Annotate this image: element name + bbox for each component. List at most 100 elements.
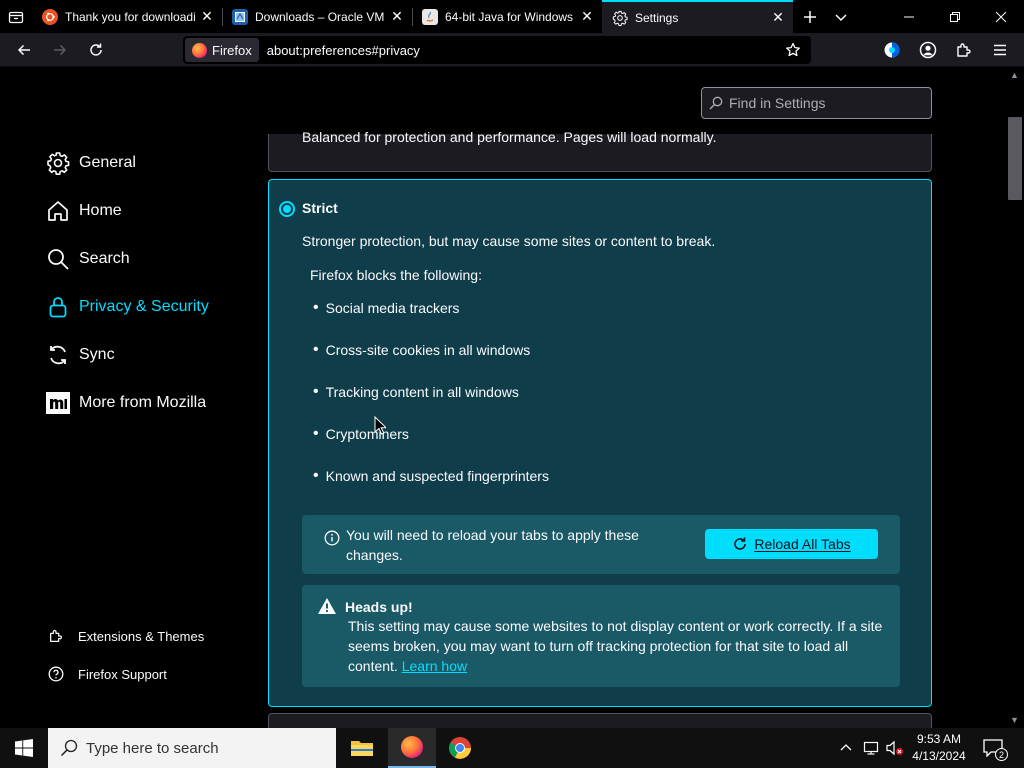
notification-center-button[interactable]: 2	[978, 728, 1008, 768]
search-icon	[60, 739, 78, 757]
find-in-settings-input[interactable]: Find in Settings	[701, 87, 932, 119]
warning-text: This setting may cause some websites to …	[348, 616, 888, 676]
blocked-item: Known and suspected fingerprinters	[313, 467, 549, 485]
tab-java[interactable]: 64-bit Java for Windows ✕	[412, 0, 602, 33]
url-bar[interactable]: Firefox about:preferences#privacy	[183, 36, 811, 64]
reload-message: You will need to reload your tabs to app…	[346, 527, 639, 563]
network-button[interactable]	[860, 728, 882, 768]
category-home[interactable]: Home	[45, 198, 122, 224]
strict-description: Stronger protection, but may cause some …	[302, 233, 716, 249]
balanced-option-card[interactable]: Balanced for protection and performance.…	[268, 129, 932, 172]
minimize-icon	[904, 16, 914, 17]
chrome-icon	[449, 737, 471, 759]
strict-title: Strict	[302, 200, 338, 216]
account-icon	[919, 41, 937, 59]
close-window-button[interactable]	[978, 0, 1024, 33]
tab-title: 64-bit Java for Windows	[445, 9, 574, 24]
vpn-button[interactable]	[878, 36, 906, 64]
tab-close-button[interactable]: ✕	[386, 6, 408, 28]
tab-close-button[interactable]: ✕	[196, 6, 218, 28]
start-button[interactable]	[0, 728, 48, 768]
restore-button[interactable]	[932, 0, 978, 33]
identity-label: Firefox	[212, 42, 252, 58]
search-icon	[45, 246, 71, 272]
show-hidden-icons-button[interactable]	[836, 728, 856, 768]
firefox-taskbar-button[interactable]	[388, 728, 436, 768]
app-menu-button[interactable]	[986, 36, 1014, 64]
blocks-label: Firefox blocks the following:	[310, 267, 482, 283]
reload-button[interactable]	[82, 36, 110, 64]
clock-date: 4/13/2024	[912, 749, 966, 763]
taskbar-clock[interactable]: 9:53 AM 4/13/2024	[906, 731, 972, 765]
strict-option-card[interactable]: Strict Stronger protection, but may caus…	[268, 179, 932, 707]
extensions-button[interactable]	[950, 36, 978, 64]
home-icon	[45, 198, 71, 224]
category-label: More from Mozilla	[79, 394, 207, 411]
tab-ubuntu[interactable]: Thank you for downloadi ✕	[32, 0, 222, 33]
help-icon	[47, 665, 65, 683]
page-scrollbar[interactable]: ▲ ▼	[1006, 67, 1024, 728]
scroll-down-arrow-icon[interactable]: ▼	[1010, 715, 1019, 725]
star-icon	[786, 42, 800, 57]
volume-button[interactable]	[884, 728, 906, 768]
hamburger-menu-icon	[994, 44, 1006, 56]
tab-strip: Thank you for downloadi ✕ Downloads – Or…	[0, 0, 1024, 33]
category-more-from-mozilla[interactable]: More from Mozilla	[45, 390, 206, 416]
category-general[interactable]: General	[45, 150, 136, 176]
reload-icon	[732, 536, 748, 552]
arrow-left-icon	[17, 44, 30, 56]
new-tab-button[interactable]	[795, 0, 825, 33]
minimize-button[interactable]	[886, 0, 932, 33]
category-label: General	[79, 154, 136, 171]
scroll-up-arrow-icon[interactable]: ▲	[1010, 70, 1019, 80]
taskbar-search-box[interactable]: Type here to search	[48, 728, 336, 768]
tab-settings[interactable]: Settings ✕	[602, 0, 793, 33]
tab-close-button[interactable]: ✕	[767, 7, 789, 29]
url-text[interactable]: about:preferences#privacy	[267, 43, 420, 58]
puzzle-icon	[47, 627, 65, 645]
reload-notice: You will need to reload your tabs to app…	[302, 515, 900, 574]
notification-icon: 2	[983, 739, 1008, 761]
virtualbox-icon	[232, 8, 248, 25]
tab-title: Thank you for downloadi	[65, 9, 196, 24]
restore-icon	[950, 11, 960, 22]
chrome-taskbar-button[interactable]	[436, 728, 484, 768]
gear-icon	[45, 150, 71, 176]
link-label: Firefox Support	[78, 666, 167, 682]
reload-icon	[90, 43, 102, 56]
firefox-support-link[interactable]: Firefox Support	[47, 665, 167, 683]
category-privacy-security[interactable]: Privacy & Security	[45, 294, 209, 320]
mozilla-icon	[45, 390, 71, 416]
custom-option-card[interactable]	[268, 713, 932, 728]
category-search[interactable]: Search	[45, 246, 130, 272]
file-explorer-taskbar-button[interactable]	[338, 728, 386, 768]
learn-how-link[interactable]: Learn how	[402, 658, 467, 674]
bookmark-star-button[interactable]	[783, 40, 803, 60]
taskbar-search-placeholder: Type here to search	[86, 739, 219, 757]
tab-virtualbox[interactable]: Downloads – Oracle VM V ✕	[222, 0, 412, 33]
scrollbar-thumb[interactable]	[1008, 117, 1022, 200]
category-label: Search	[79, 250, 130, 267]
identity-box[interactable]: Firefox	[185, 38, 259, 62]
arrow-right-icon	[54, 44, 67, 56]
back-button[interactable]	[10, 36, 38, 64]
tab-close-button[interactable]: ✕	[576, 6, 598, 28]
firefox-view-button[interactable]	[0, 0, 32, 33]
category-sync[interactable]: Sync	[45, 342, 115, 368]
forward-button[interactable]	[46, 36, 74, 64]
plus-icon	[804, 10, 816, 23]
volume-muted-icon	[886, 740, 903, 756]
navigation-toolbar: Firefox about:preferences#privacy	[0, 33, 1024, 67]
category-label: Sync	[79, 346, 115, 363]
mouse-cursor-icon	[374, 416, 386, 435]
account-button[interactable]	[914, 36, 942, 64]
strict-radio[interactable]	[279, 201, 295, 217]
list-all-tabs-button[interactable]	[826, 0, 856, 33]
firefox-view-icon	[8, 11, 24, 23]
extensions-themes-link[interactable]: Extensions & Themes	[47, 627, 204, 645]
reload-all-tabs-button[interactable]: Reload All Tabs	[705, 529, 878, 559]
blocked-item: Cryptominers	[313, 425, 409, 443]
heads-up-warning: Heads up! This setting may cause some we…	[302, 585, 900, 687]
settings-page: Find in Settings General Home Search Pri…	[0, 67, 1024, 728]
find-placeholder: Find in Settings	[729, 95, 826, 111]
